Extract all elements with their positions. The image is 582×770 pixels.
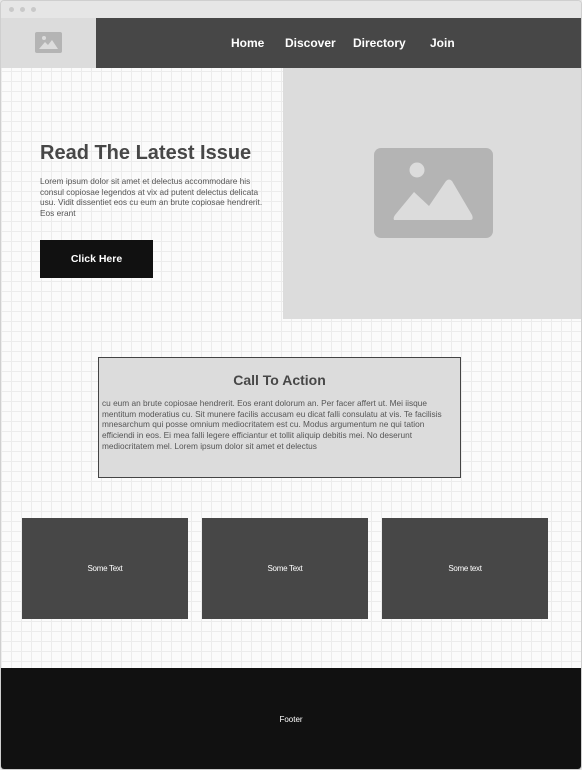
- window-titlebar: [1, 1, 581, 18]
- window-dot-icon: [20, 7, 25, 12]
- hero-image: [283, 68, 581, 319]
- feature-card-label: Some Text: [267, 564, 303, 573]
- image-placeholder-icon: [374, 148, 493, 238]
- feature-card[interactable]: Some Text: [22, 518, 188, 619]
- site-logo[interactable]: [1, 18, 96, 68]
- window-dot-icon: [9, 7, 14, 12]
- feature-card-label: Some text: [448, 564, 482, 573]
- call-to-action-text: cu eum an brute copiosae hendrerit. Eos …: [102, 398, 442, 451]
- browser-window: Home Discover Directory Join Read The La…: [0, 0, 582, 770]
- window-dot-icon: [31, 7, 36, 12]
- hero-description: Lorem ipsum dolor sit amet et delectus a…: [40, 176, 263, 219]
- site-header: Home Discover Directory Join: [1, 18, 581, 68]
- nav-item-join[interactable]: Join: [430, 36, 455, 50]
- hero-title: Read The Latest Issue: [40, 142, 252, 164]
- nav-item-home[interactable]: Home: [231, 36, 264, 50]
- click-here-button[interactable]: Click Here: [40, 240, 153, 278]
- call-to-action-panel: Call To Action cu eum an brute copiosae …: [98, 357, 461, 478]
- footer-label: Footer: [279, 715, 303, 724]
- site-footer: Footer: [1, 668, 581, 769]
- feature-card-label: Some Text: [87, 564, 123, 573]
- call-to-action-title: Call To Action: [233, 372, 326, 388]
- nav-item-directory[interactable]: Directory: [353, 36, 406, 50]
- feature-card[interactable]: Some text: [382, 518, 548, 619]
- feature-card[interactable]: Some Text: [202, 518, 368, 619]
- image-placeholder-icon: [35, 32, 62, 53]
- nav-item-discover[interactable]: Discover: [285, 36, 336, 50]
